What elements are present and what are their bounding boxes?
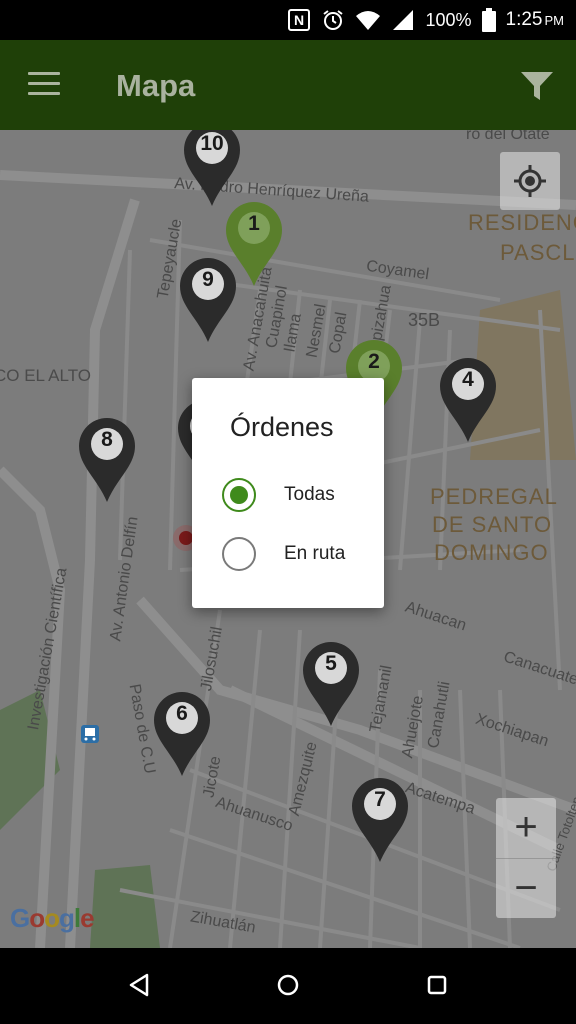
map-pin[interactable]: 4 xyxy=(438,356,498,446)
app-bar: Mapa xyxy=(0,40,576,130)
area-label: PEDREGAL xyxy=(430,484,558,509)
google-logo: Google xyxy=(10,903,95,933)
pin-number: 6 xyxy=(176,702,188,725)
zoom-out-button[interactable]: − xyxy=(496,858,556,919)
filter-icon[interactable] xyxy=(520,70,554,102)
radio-todas[interactable] xyxy=(222,478,256,512)
map-pin[interactable]: 10 xyxy=(182,130,242,210)
alarm-icon xyxy=(323,10,344,30)
option-label: Todas xyxy=(284,484,335,505)
map-pin[interactable]: 9 xyxy=(178,256,238,346)
map-pin[interactable]: 7 xyxy=(350,776,410,866)
my-location-button[interactable] xyxy=(500,152,560,210)
area-label: PASCL xyxy=(500,240,576,265)
battery-icon xyxy=(481,8,496,32)
street-label: 35B xyxy=(408,310,441,330)
area-label: RESIDENC xyxy=(468,210,576,235)
option-todas[interactable]: Todas xyxy=(220,476,380,520)
page-title: Mapa xyxy=(116,68,196,103)
battery-percent: 100% xyxy=(425,9,472,30)
navigation-bar xyxy=(0,948,576,1024)
neighborhood-label: CO EL ALTO xyxy=(0,366,92,385)
radio-en-ruta[interactable] xyxy=(222,537,256,571)
home-icon[interactable] xyxy=(276,972,300,998)
pin-number: 10 xyxy=(200,132,224,155)
pin-number: 4 xyxy=(462,368,474,391)
option-label: En ruta xyxy=(284,543,346,564)
street-label: ro del Otate xyxy=(466,130,550,143)
pin-number: 7 xyxy=(374,788,386,811)
option-en-ruta[interactable]: En ruta xyxy=(220,535,380,579)
crosshair-icon xyxy=(514,165,546,197)
nfc-icon: N xyxy=(288,9,311,31)
area-label: DOMINGO xyxy=(434,540,549,565)
recents-icon[interactable] xyxy=(426,972,448,998)
zoom-in-button[interactable]: + xyxy=(496,798,556,858)
pin-number: 9 xyxy=(202,268,214,291)
menu-icon[interactable] xyxy=(28,72,60,96)
map-pin[interactable]: 8 xyxy=(77,416,137,506)
pin-number: 1 xyxy=(248,212,260,235)
zoom-controls: + − xyxy=(496,798,556,918)
area-label: DE SANTO xyxy=(432,512,553,537)
pin-number: 2 xyxy=(368,350,380,373)
status-bar: N 100% 1:25 PM xyxy=(0,0,576,40)
pin-number: 5 xyxy=(325,652,337,675)
back-icon[interactable] xyxy=(128,972,150,998)
svg-text:N: N xyxy=(294,12,304,28)
map-pin[interactable]: 5 xyxy=(301,640,361,730)
signal-icon xyxy=(393,10,414,30)
map-pin[interactable]: 6 xyxy=(152,690,212,780)
dialog-title: Órdenes xyxy=(230,412,334,442)
pin-number: 8 xyxy=(101,428,113,451)
clock: 1:25 PM xyxy=(505,9,564,30)
wifi-icon xyxy=(356,11,381,30)
bus-stop-icon[interactable] xyxy=(80,724,100,744)
filter-dialog: Órdenes Todas En ruta xyxy=(192,378,384,608)
